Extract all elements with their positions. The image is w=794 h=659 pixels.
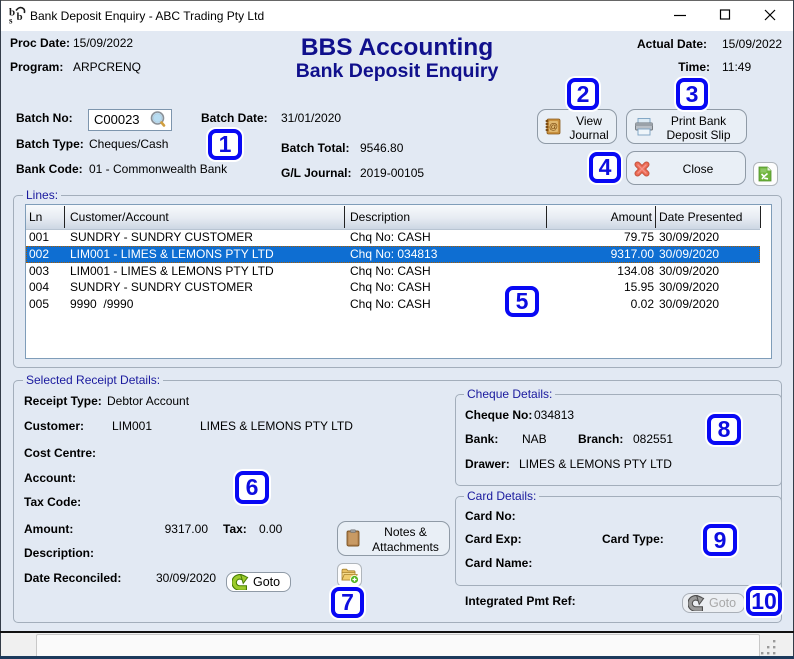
svg-text:s: s: [9, 16, 13, 25]
svg-text:@: @: [549, 122, 558, 132]
svg-text:b: b: [17, 11, 23, 23]
